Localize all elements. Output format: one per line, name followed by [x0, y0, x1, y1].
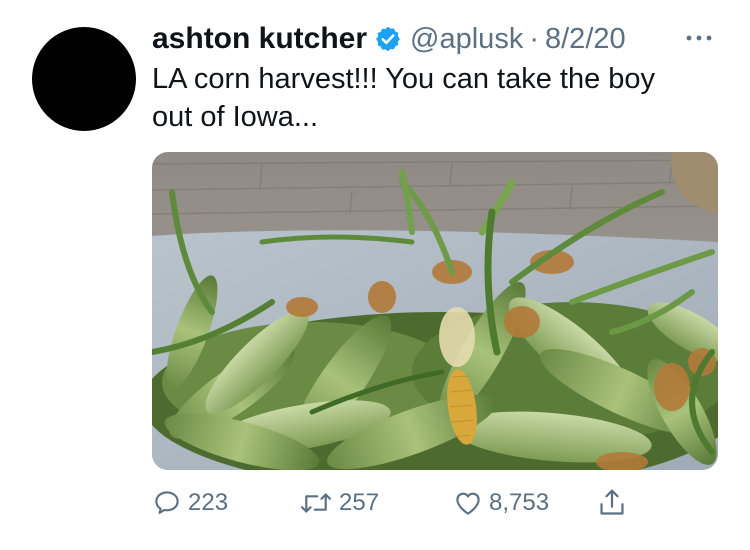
retweet-count: 257 — [339, 489, 380, 516]
reply-bubble-icon — [155, 491, 179, 514]
header-separator: · — [529, 22, 539, 55]
verified-badge-icon — [376, 26, 400, 52]
more-options-icon[interactable] — [679, 28, 719, 48]
retweet-button[interactable]: 257 — [299, 484, 379, 522]
tweet-text-line-2: out of Iowa... — [152, 101, 319, 133]
reply-count: 223 — [188, 489, 229, 516]
corn-harvest-photo — [152, 152, 718, 470]
share-button[interactable] — [597, 484, 627, 522]
like-count: 8,753 — [489, 489, 550, 516]
tweet-photo[interactable] — [152, 152, 718, 470]
tweet-header: ashton kutcher @aplusk · 8/2/20 — [152, 18, 626, 60]
tweet-text-line-1: LA corn harvest!!! You can take the boy — [152, 63, 656, 95]
tweet-card: ashton kutcher @aplusk · 8/2/20 LA corn … — [0, 0, 750, 550]
display-name[interactable]: ashton kutcher — [152, 22, 367, 56]
retweet-icon — [300, 493, 332, 513]
heart-icon — [456, 492, 480, 515]
tweet-text: LA corn harvest!!! You can take the boy … — [152, 60, 712, 136]
reply-button[interactable]: 223 — [152, 484, 228, 522]
avatar[interactable] — [32, 27, 136, 131]
like-button[interactable]: 8,753 — [453, 484, 549, 522]
tweet-actions: 223 257 8,753 — [152, 484, 652, 522]
share-icon — [600, 489, 624, 515]
tweet-date[interactable]: 8/2/20 — [545, 23, 626, 56]
user-handle[interactable]: @aplusk — [410, 23, 523, 56]
